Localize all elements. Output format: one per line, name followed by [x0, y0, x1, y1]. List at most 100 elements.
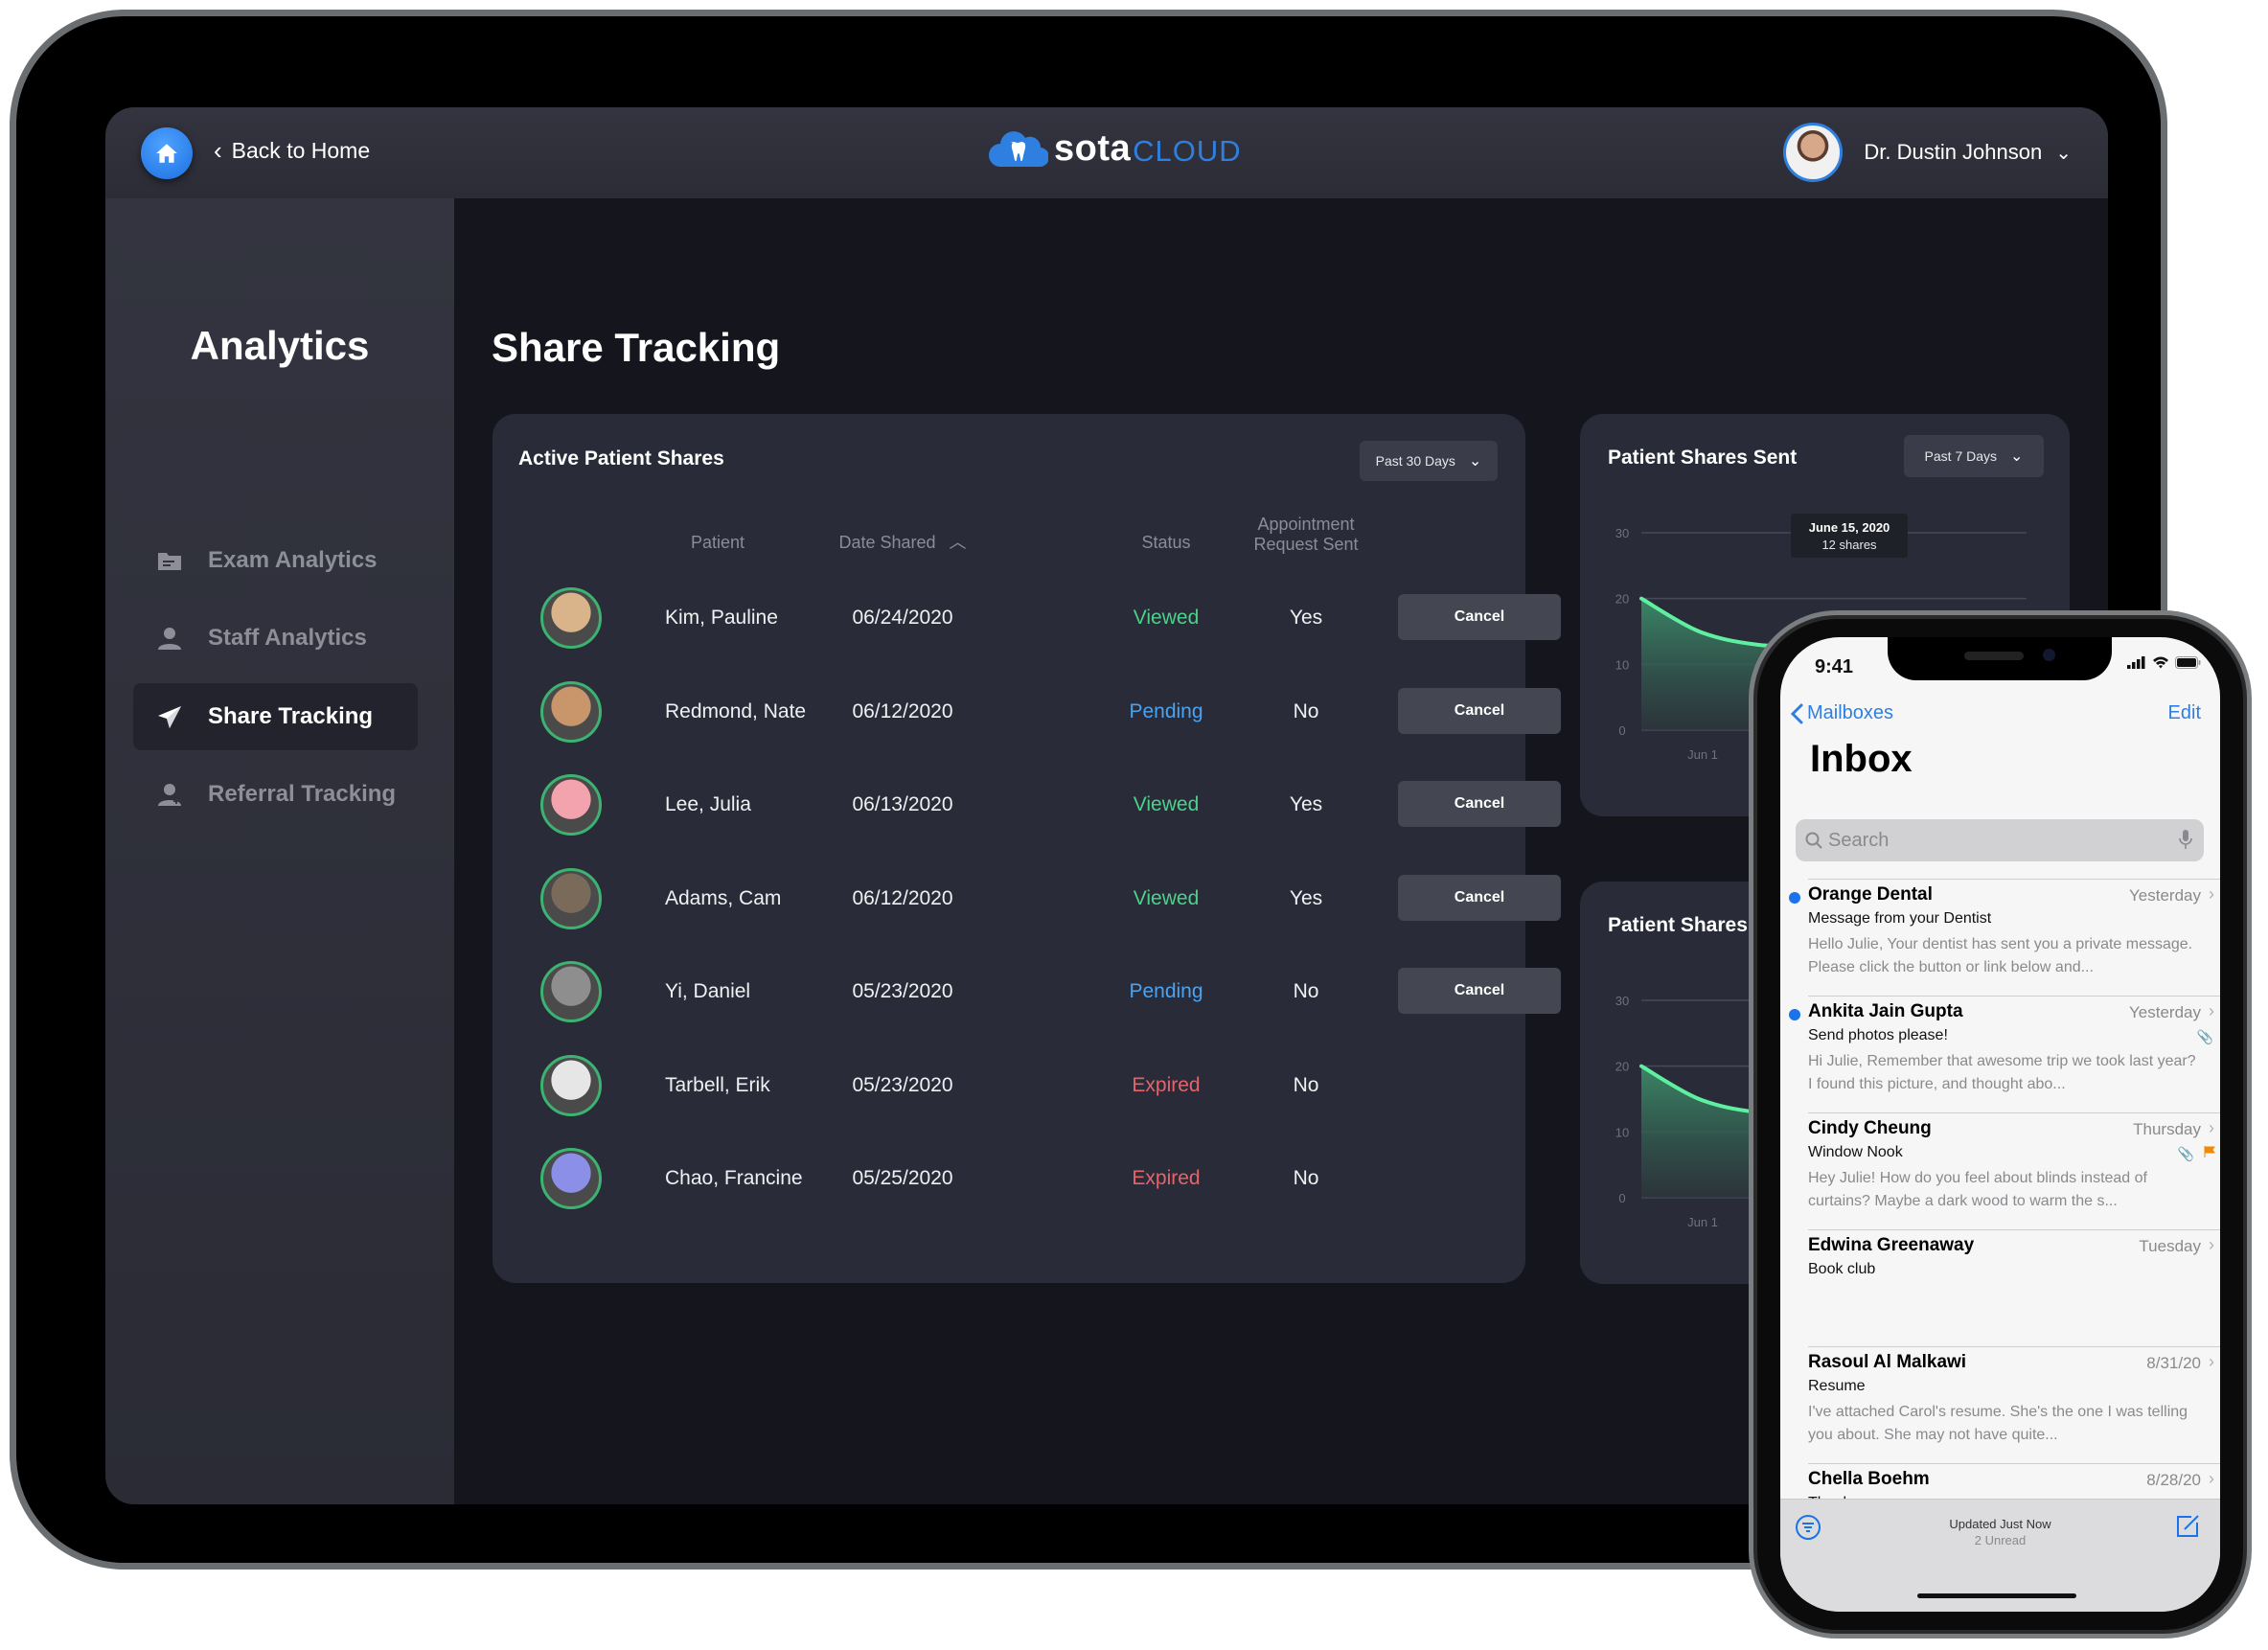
mail-list-item[interactable]: Cindy Cheung Thursday › Window Nook Hey Juli…: [1808, 1112, 2220, 1229]
user-menu[interactable]: Dr. Dustin Johnson ⌄: [1783, 123, 2072, 182]
appointment-request-sent: Yes: [1289, 607, 1323, 629]
person-add-icon: [156, 781, 183, 808]
sidebar-item-share-tracking[interactable]: Share Tracking: [133, 683, 418, 750]
page-title: Share Tracking: [492, 325, 781, 370]
chevron-right-icon: ›: [2209, 1352, 2214, 1371]
y-tick-label: 10: [1615, 1125, 1629, 1139]
cancel-button[interactable]: Cancel: [1398, 874, 1561, 921]
logo-text-secondary: CLOUD: [1133, 133, 1242, 168]
table-row: Lee, Julia 06/13/2020 Viewed Yes Cancel: [493, 762, 1561, 848]
chevron-right-icon: ›: [2209, 884, 2214, 904]
sidebar-item-referral-tracking[interactable]: Referral Tracking: [133, 761, 418, 828]
search-icon: [1805, 832, 1822, 849]
mail-preview: Hey Julie! How do you feel about blinds …: [1808, 1170, 2147, 1209]
y-tick-label: 30: [1615, 994, 1629, 1008]
appointment-request-sent: No: [1293, 980, 1319, 1002]
chevron-down-icon: ⌄: [1468, 453, 1482, 470]
date-shared: 06/24/2020: [852, 607, 953, 629]
chevron-left-icon: ‹: [214, 136, 222, 165]
card-title: Active Patient Shares: [518, 447, 724, 470]
active-patient-shares-card: Active Patient Shares Past 30 Days ⌄ Pat…: [493, 414, 1561, 1283]
mailboxes-back-button[interactable]: Mailboxes: [1790, 702, 1893, 724]
sotacloud-logo: sota CLOUD: [987, 128, 1242, 170]
mail-list-item[interactable]: Orange Dental Yesterday › Message from your…: [1789, 879, 2220, 996]
column-header-label: Date Shared: [838, 533, 936, 552]
edit-button[interactable]: Edit: [2168, 702, 2201, 724]
sidebar-item-label: Share Tracking: [208, 703, 374, 729]
mail-list-item[interactable]: Edwina Greenaway Tuesday › Book club: [1808, 1229, 2220, 1346]
table-row: Redmond, Nate 06/12/2020 Pending No Cancel: [493, 669, 1561, 755]
folder-icon: [156, 547, 183, 574]
phone-device: 9:41 Mailboxes Edit Inbox Search Orange …: [1749, 610, 2252, 1639]
tooltip-date: June 15, 2020: [1809, 520, 1890, 535]
battery-icon: [2175, 656, 2201, 669]
mail-subject: Message from your Dentist: [1808, 910, 1992, 927]
mail-date: 8/28/20: [2146, 1471, 2201, 1489]
y-tick-label: 0: [1618, 1191, 1625, 1205]
mail-sender: Chella Boehm: [1808, 1469, 1930, 1489]
dropdown-value: Past 30 Days: [1375, 453, 1455, 469]
phone-notch: [1888, 637, 2112, 680]
patient-avatar: [540, 1148, 602, 1209]
patient-name: Redmond, Nate: [665, 699, 807, 722]
sidebar-item-label: Exam Analytics: [208, 547, 378, 573]
chevron-right-icon: ›: [2209, 1469, 2214, 1488]
table-row: Adams, Cam 06/12/2020 Viewed Yes Cancel: [493, 856, 1561, 942]
tooltip-value: 12 shares: [1821, 538, 1877, 552]
column-header-patient[interactable]: Patient: [665, 533, 770, 553]
back-to-home-label: Back to Home: [231, 138, 371, 163]
y-tick-label: 30: [1615, 526, 1629, 540]
mail-list-item[interactable]: Ankita Jain Gupta Yesterday › Send photos p…: [1789, 996, 2220, 1112]
column-header-date-shared[interactable]: Date Shared ︿: [826, 533, 979, 553]
patient-avatar: [540, 1054, 602, 1116]
unread-dot-icon: [1789, 892, 1800, 904]
home-button[interactable]: [141, 127, 193, 179]
speaker-grille: [1964, 652, 2024, 660]
chevron-right-icon: ›: [2209, 1235, 2214, 1254]
mail-list-item[interactable]: Rasoul Al Malkawi 8/31/20 › Resume I've atta…: [1808, 1346, 2220, 1463]
person-icon: [156, 625, 183, 652]
column-header-appointment-request[interactable]: Appointment Request Sent: [1239, 515, 1373, 555]
microphone-icon[interactable]: [2179, 829, 2192, 850]
patient-name: Kim, Pauline: [665, 607, 778, 629]
sidebar-item-exam-analytics[interactable]: Exam Analytics: [133, 527, 418, 594]
date-shared: 05/23/2020: [852, 1073, 953, 1096]
appointment-request-sent: No: [1293, 1167, 1319, 1189]
mail-preview: Hi Julie, Remember that awesome trip we …: [1808, 1053, 2196, 1092]
mail-date: 8/31/20: [2146, 1354, 2201, 1372]
cancel-button[interactable]: Cancel: [1398, 594, 1561, 640]
y-tick-label: 20: [1615, 1060, 1629, 1074]
chevron-right-icon: ›: [2209, 1001, 2214, 1020]
y-tick-label: 10: [1615, 657, 1629, 672]
status-text: Viewed: [1133, 793, 1200, 815]
table-row: Kim, Pauline 06/24/2020 Viewed Yes Cancel: [493, 575, 1561, 661]
user-avatar: [1783, 123, 1844, 182]
cancel-button[interactable]: Cancel: [1398, 687, 1561, 734]
table-row: Tarbell, Erik 05/23/2020 Expired No: [493, 1043, 1525, 1129]
sort-ascending-icon: ︿: [949, 533, 967, 552]
mail-date: Thursday: [2133, 1120, 2201, 1138]
chevron-right-icon: ›: [2209, 1118, 2214, 1137]
cancel-button[interactable]: Cancel: [1398, 781, 1561, 827]
mail-date: Yesterday: [2129, 1003, 2201, 1021]
date-range-dropdown[interactable]: Past 30 Days ⌄: [1360, 441, 1498, 481]
back-to-home-link[interactable]: ‹ Back to Home: [214, 136, 370, 166]
search-input[interactable]: Search: [1796, 819, 2204, 861]
sidebar-item-staff-analytics[interactable]: Staff Analytics: [133, 605, 418, 672]
status-text: Viewed: [1133, 886, 1200, 909]
phone-screen: 9:41 Mailboxes Edit Inbox Search Orange …: [1780, 637, 2220, 1612]
cancel-button[interactable]: Cancel: [1398, 968, 1561, 1014]
updated-status: Updated Just Now: [1949, 1517, 2051, 1531]
patient-avatar: [540, 680, 602, 743]
status-text: Expired: [1132, 1073, 1201, 1096]
date-shared: 06/12/2020: [852, 886, 953, 909]
unread-count: 2 Unread: [1974, 1533, 2027, 1547]
mail-sender: Edwina Greenaway: [1808, 1235, 1975, 1255]
mail-toolbar: Updated Just Now 2 Unread: [1780, 1499, 2220, 1612]
status-text: Viewed: [1133, 607, 1200, 629]
paper-plane-icon: [156, 703, 183, 730]
wifi-icon: [2153, 656, 2168, 669]
compose-icon[interactable]: [2174, 1513, 2201, 1540]
chevron-left-icon: [1790, 703, 1803, 723]
column-header-status[interactable]: Status: [1099, 533, 1233, 553]
